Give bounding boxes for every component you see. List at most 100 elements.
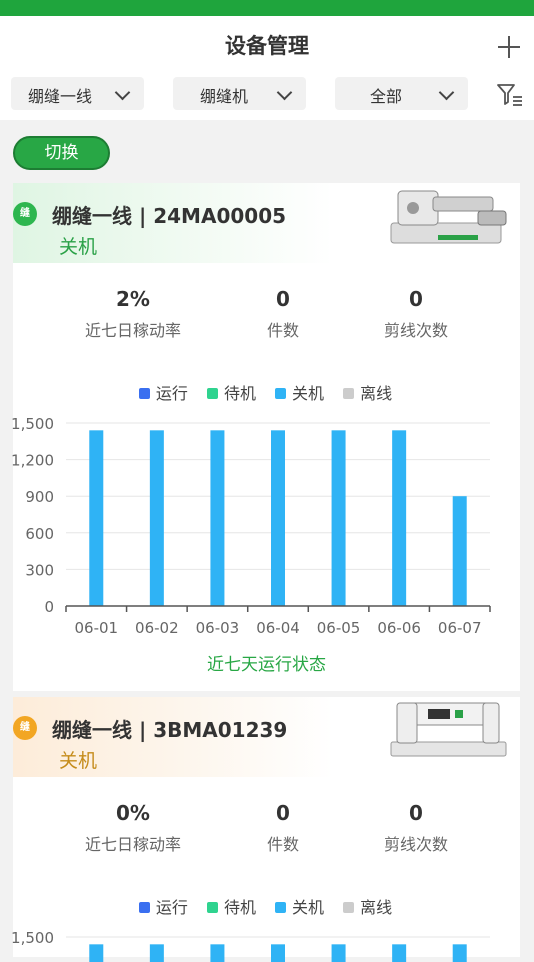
status-bar-chart: 0 300 600 900 1,200 1,500 06-01 06-02 06-03 06-04… <box>11 415 491 637</box>
legend-swatch <box>343 902 355 913</box>
y-tick-label: 1,500 <box>11 415 54 433</box>
pieces-value: 0 <box>276 801 290 825</box>
status-bar <box>0 0 534 16</box>
utilization-stat: 2% 近七日稼动率 <box>63 287 203 341</box>
y-tick-label: 900 <box>25 488 54 506</box>
device-card[interactable]: 缝 绷缝一线 | 3BMA01239 关机 0% 近七日稼动率 0 件数 0 剪… <box>11 697 520 962</box>
device-card-header: 缝 绷缝一线 | 3BMA01239 关机 <box>13 697 333 777</box>
legend-swatch <box>343 388 355 399</box>
bar <box>149 430 164 606</box>
bar <box>392 944 407 962</box>
bar <box>210 430 225 606</box>
bar <box>331 944 346 962</box>
type-filter-label: 绷缝机 <box>200 87 249 106</box>
pieces-label: 件数 <box>266 321 299 340</box>
pieces-stat: 0 件数 <box>213 801 353 855</box>
legend-swatch <box>138 902 150 913</box>
legend-label: 运行 <box>155 898 188 917</box>
machine-image <box>390 190 507 244</box>
pieces-stat: 0 件数 <box>213 287 353 341</box>
legend-item-offline[interactable]: 离线 <box>343 894 392 918</box>
sewing-machine-icon: 缝 <box>13 716 37 740</box>
bar <box>210 944 225 962</box>
legend-swatch <box>275 388 287 399</box>
device-status: 关机 <box>59 236 98 258</box>
device-card-header: 缝 绷缝一线 | 24MA00005 关机 <box>13 183 333 263</box>
y-tick-label: 1,200 <box>11 452 54 470</box>
x-tick-label: 06-05 <box>317 619 361 637</box>
chart-legend: 运行 待机 关机 离线 <box>13 894 520 918</box>
filter-list-icon[interactable] <box>496 82 524 108</box>
legend-label: 运行 <box>155 384 188 403</box>
bar <box>89 944 104 962</box>
utilization-value: 0% <box>116 801 150 825</box>
device-name: 绷缝一线 | 3BMA01239 <box>52 718 288 742</box>
legend-item-off[interactable]: 关机 <box>275 894 324 918</box>
legend-swatch <box>206 388 218 399</box>
pieces-label: 件数 <box>266 835 299 854</box>
legend-swatch <box>206 902 218 913</box>
device-name: 绷缝一线 | 24MA00005 <box>52 204 287 228</box>
legend-swatch <box>138 388 150 399</box>
utilization-label: 近七日稼动率 <box>84 321 181 340</box>
trim-count-value: 0 <box>409 801 423 825</box>
legend-item-standby[interactable]: 待机 <box>206 894 256 918</box>
x-tick-label: 06-04 <box>256 619 300 637</box>
line-filter-label: 绷缝一线 <box>28 87 93 106</box>
x-tick-label: 06-02 <box>135 619 179 637</box>
legend-label: 待机 <box>223 384 256 403</box>
y-tick-label: 1,500 <box>11 929 54 947</box>
x-tick-label: 06-03 <box>196 619 240 637</box>
legend-item-run[interactable]: 运行 <box>138 894 188 918</box>
x-tick-label: 06-01 <box>74 619 118 637</box>
bar <box>271 430 285 606</box>
x-tick-label: 06-06 <box>377 619 421 637</box>
bar <box>452 944 467 962</box>
bar <box>392 430 407 606</box>
bar <box>149 944 164 962</box>
legend-label: 关机 <box>292 898 325 917</box>
chart-caption: 近七天运行状态 <box>207 655 326 675</box>
trim-count-label: 剪线次数 <box>383 321 448 340</box>
header: 设备管理 <box>0 16 534 72</box>
status-filter-dropdown[interactable]: 全部 <box>335 77 468 110</box>
machine-image <box>390 702 507 757</box>
line-filter-dropdown[interactable]: 绷缝一线 <box>11 77 144 110</box>
legend-label: 离线 <box>360 898 393 917</box>
trim-count-label: 剪线次数 <box>383 835 448 854</box>
utilization-label: 近七日稼动率 <box>84 835 181 854</box>
status-filter-label: 全部 <box>370 87 403 106</box>
y-tick-label: 0 <box>44 598 54 616</box>
plus-icon[interactable] <box>498 36 520 58</box>
device-card[interactable]: 缝 绷缝一线 | 24MA00005 关机 2% 近七日稼动率 0 件数 0 剪… <box>11 183 520 691</box>
legend-label: 关机 <box>292 384 325 403</box>
filter-bar: 绷缝一线 绷缝机 全部 <box>0 72 534 120</box>
trim-count-stat: 0 剪线次数 <box>346 287 486 341</box>
y-tick-label: 300 <box>25 561 54 579</box>
utilization-value: 2% <box>116 287 150 311</box>
x-tick-label: 06-07 <box>438 619 482 637</box>
legend-item-run[interactable]: 运行 <box>138 380 188 404</box>
pieces-value: 0 <box>276 287 290 311</box>
sewing-machine-icon: 缝 <box>13 202 37 226</box>
chevron-down-icon <box>438 84 455 101</box>
switch-button[interactable]: 切换 <box>13 136 110 170</box>
type-filter-dropdown[interactable]: 绷缝机 <box>173 77 306 110</box>
legend-item-offline[interactable]: 离线 <box>343 380 392 404</box>
page-title: 设备管理 <box>225 34 309 58</box>
trim-count-value: 0 <box>409 287 423 311</box>
legend-label: 离线 <box>360 384 393 403</box>
legend-label: 待机 <box>223 898 256 917</box>
device-status: 关机 <box>59 750 98 772</box>
chart-legend: 运行 待机 关机 离线 <box>13 380 520 404</box>
chevron-down-icon <box>114 84 131 101</box>
legend-item-off[interactable]: 关机 <box>275 380 324 404</box>
utilization-stat: 0% 近七日稼动率 <box>63 801 203 855</box>
y-tick-label: 600 <box>25 525 54 543</box>
legend-item-standby[interactable]: 待机 <box>206 380 256 404</box>
bar <box>89 430 104 606</box>
status-bar-chart: 1,500 <box>11 929 490 962</box>
trim-count-stat: 0 剪线次数 <box>346 801 486 855</box>
legend-swatch <box>275 902 287 913</box>
bar <box>331 430 346 606</box>
